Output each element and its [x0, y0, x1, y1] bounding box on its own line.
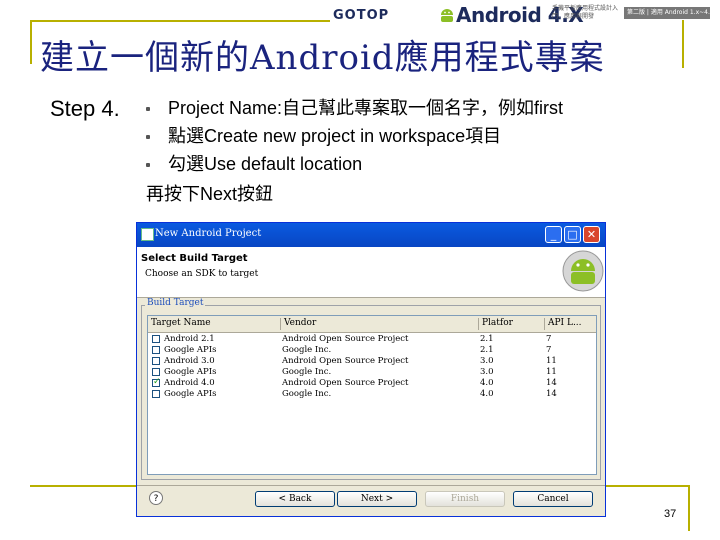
frame-top-line [30, 20, 330, 22]
table-row[interactable]: Google APIs Google Inc. 3.0 11 [148, 367, 596, 378]
column-header-target-name[interactable]: Target Name [148, 318, 211, 330]
frame-right-line [682, 20, 684, 68]
help-button[interactable]: ? [149, 491, 163, 505]
table-row[interactable]: Android 2.1 Android Open Source Project … [148, 334, 596, 345]
book-subtitle: 手機平板應用程式設計入門．應用與開發 [552, 5, 619, 20]
next-button[interactable]: Next > [337, 491, 417, 507]
back-button[interactable]: < Back [255, 491, 335, 507]
instruction-list: Project Name:自己幫此專案取一個名字，例如first 點選Creat… [146, 95, 563, 179]
build-target-label: Build Target [145, 298, 206, 308]
android-sdk-logo-icon [562, 250, 604, 292]
instruction-item: Project Name:自己幫此專案取一個名字，例如first [146, 95, 563, 123]
new-android-project-dialog: New Android Project _ □ ✕ Select Build T… [136, 222, 606, 517]
target-checkbox[interactable] [152, 357, 160, 365]
finish-button[interactable]: Finish [425, 491, 505, 507]
minimize-button[interactable]: _ [545, 226, 562, 243]
dialog-titlebar[interactable]: New Android Project _ □ ✕ [137, 223, 605, 247]
column-header-api-level[interactable]: API L... [544, 318, 582, 330]
table-row[interactable]: Google APIs Google Inc. 2.1 7 [148, 345, 596, 356]
target-checkbox[interactable] [152, 368, 160, 376]
column-header-vendor[interactable]: Vendor [280, 318, 316, 330]
page-number: 37 [664, 508, 677, 520]
table-header: Target Name Vendor Platfor API L... [148, 316, 596, 333]
final-instruction: 再按下Next按鈕 [146, 184, 274, 204]
bullet-icon [146, 107, 150, 111]
bullet-icon [146, 163, 150, 167]
target-checkbox-checked[interactable] [152, 377, 161, 387]
close-button[interactable]: ✕ [583, 226, 600, 243]
cancel-button[interactable]: Cancel [513, 491, 593, 507]
button-bar-separator [137, 485, 605, 486]
target-checkbox[interactable] [152, 346, 160, 354]
table-row[interactable]: Android 3.0 Android Open Source Project … [148, 356, 596, 367]
frame-right-low-line [688, 485, 690, 531]
maximize-button[interactable]: □ [564, 226, 581, 243]
instruction-item: 點選Create new project in workspace項目 [146, 123, 563, 151]
android-robot-icon [441, 9, 453, 22]
step-label: Step 4. [50, 96, 120, 121]
wizard-header: Select Build Target Choose an SDK to tar… [137, 247, 605, 298]
table-row[interactable]: Android 4.0 Android Open Source Project … [148, 377, 596, 389]
instruction-item: 勾選Use default location [146, 151, 563, 179]
table-row[interactable]: Google APIs Google Inc. 4.0 14 [148, 389, 596, 400]
slide-title: 建立一個新的Android應用程式專案 [40, 38, 605, 78]
eclipse-window-icon [141, 228, 154, 241]
build-target-table[interactable]: Target Name Vendor Platfor API L... Andr… [147, 315, 597, 475]
wizard-page-description: Choose an SDK to target [145, 269, 259, 279]
gotop-logo: GOTOP [333, 8, 390, 23]
frame-left-line [30, 20, 32, 64]
target-checkbox[interactable] [152, 335, 160, 343]
edition-badge: 第二版 | 適用 Android 1.x~4.x [624, 7, 710, 19]
target-checkbox[interactable] [152, 390, 160, 398]
dialog-title: New Android Project [155, 228, 262, 239]
bullet-icon [146, 135, 150, 139]
wizard-page-title: Select Build Target [141, 253, 248, 264]
column-header-platform[interactable]: Platfor [478, 318, 513, 330]
